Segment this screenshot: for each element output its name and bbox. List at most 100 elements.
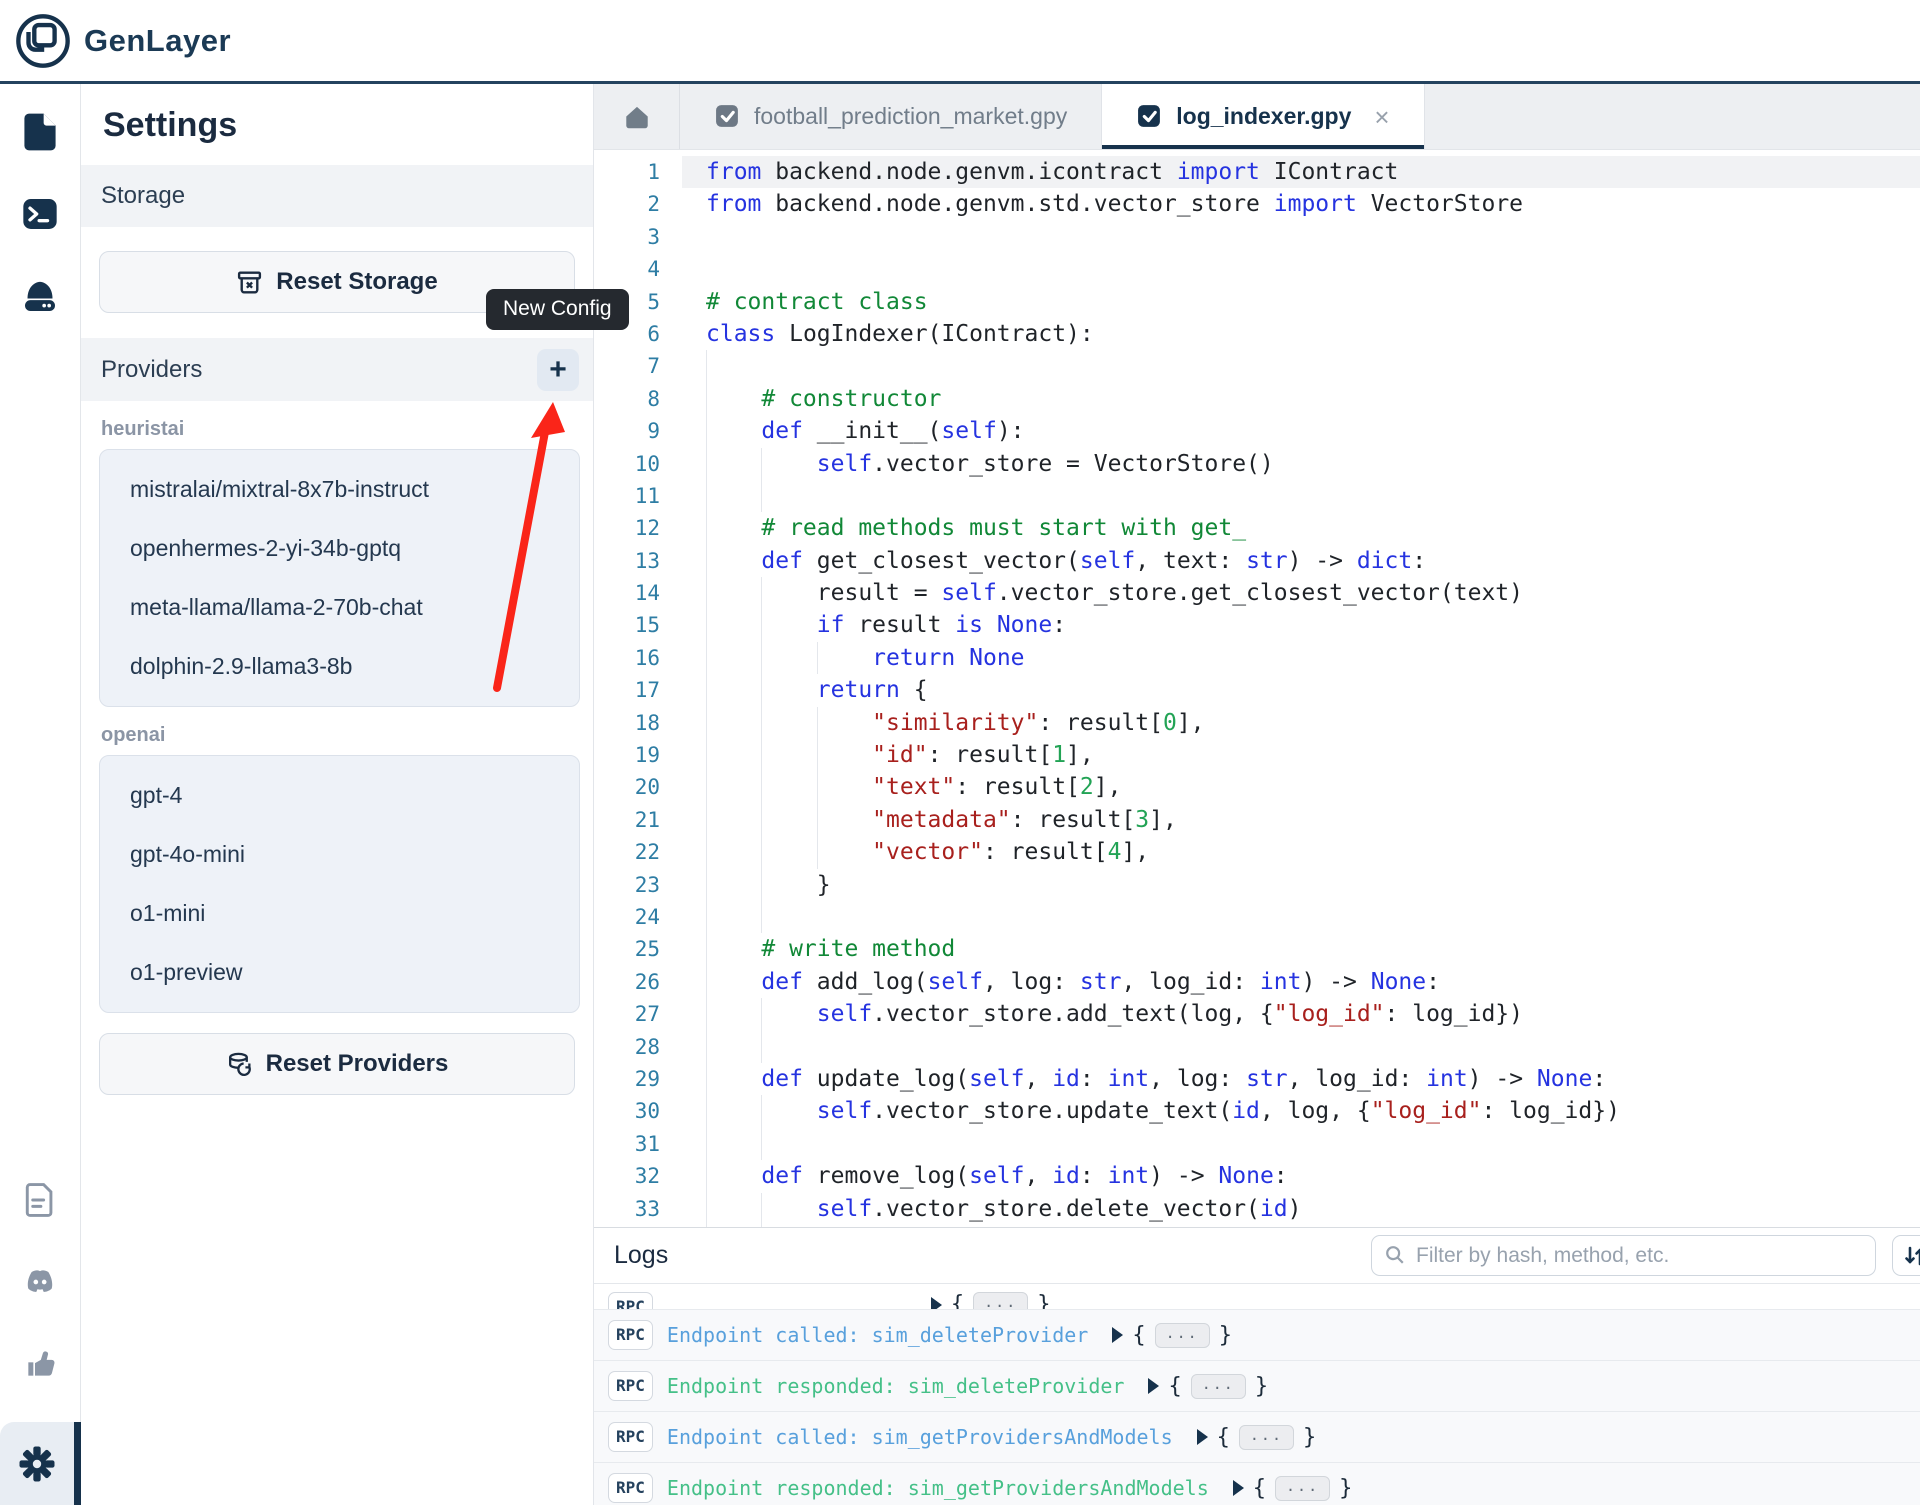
home-tab[interactable] [594,84,680,149]
files-icon[interactable] [16,108,64,156]
search-icon [1384,1244,1406,1266]
log-payload: { ... } [1112,1323,1232,1348]
database-reset-icon [226,1051,253,1078]
ellipsis-pill[interactable]: ... [1239,1425,1294,1450]
indent-guide [706,350,707,382]
open-brace: { [1132,1323,1145,1348]
indent-guide [706,448,707,480]
provider-model-item[interactable]: dolphin-2.9-llama3-8b [100,637,579,696]
code-line-content: self.vector_store.delete_vector(id) [682,1193,1920,1225]
ellipsis-pill[interactable]: ... [973,1292,1028,1310]
indent-guide [706,674,707,706]
code-line-content: self.vector_store = VectorStore() [682,448,1920,480]
log-row[interactable]: RPC Endpoint called: sim_getProvidersAnd… [594,1412,1920,1463]
line-number: 23 [594,869,682,901]
indent-guide [817,642,818,674]
indent-guide [706,804,707,836]
indent-guide [761,739,762,771]
icon-rail [0,84,81,1505]
code-line: 3 [594,221,1920,253]
provider-model-item[interactable]: o1-mini [100,884,579,943]
provider-model-item[interactable]: gpt-4o-mini [100,825,579,884]
log-row[interactable]: RPC Endpoint called: sim_deleteProvider … [594,1310,1920,1361]
thumbs-up-icon[interactable] [16,1340,64,1388]
provider-group-label: heuristai [101,418,579,441]
code-line-content: # constructor [682,383,1920,415]
line-number: 10 [594,448,682,480]
expand-triangle-icon[interactable] [1233,1480,1244,1496]
indent-guide [706,998,707,1030]
code-line: 34 [594,1225,1920,1227]
new-config-plus-button[interactable]: + [537,349,579,391]
expand-triangle-icon[interactable] [1197,1429,1208,1445]
indent-guide [761,577,762,609]
provider-model-item[interactable]: o1-preview [100,943,579,1002]
code-line-content: "text": result[2], [682,771,1920,803]
tab-log-indexer[interactable]: log_indexer.gpy × [1102,84,1424,149]
reset-storage-label: Reset Storage [276,268,437,296]
ellipsis-pill[interactable]: ... [1191,1374,1246,1399]
code-line-content: # contract class [682,286,1920,318]
line-number: 9 [594,415,682,447]
expand-triangle-icon[interactable] [1148,1378,1159,1394]
line-number: 3 [594,221,682,253]
code-line-content [682,350,1920,382]
indent-guide [706,577,707,609]
ellipsis-pill[interactable]: ... [1275,1476,1330,1501]
log-row[interactable]: RPC Endpoint responded: sim_getProviders… [594,1463,1920,1505]
providers-label: Providers [101,356,202,384]
code-line-content: self.vector_store.update_text(id, log, {… [682,1095,1920,1127]
code-line: 14 result = self.vector_store.get_closes… [594,577,1920,609]
provider-model-item[interactable]: openhermes-2-yi-34b-gptq [100,519,579,578]
log-payload: { ... } [1233,1476,1353,1501]
code-line: 7 [594,350,1920,382]
code-line-content [682,1225,1920,1227]
code-line: 10 self.vector_store = VectorStore() [594,448,1920,480]
sort-logs-button[interactable] [1892,1235,1920,1276]
log-message: Endpoint called: sim_getProvidersAndMode… [667,1425,1173,1449]
log-filter-input[interactable] [1371,1235,1876,1276]
indent-guide [706,707,707,739]
provider-model-item[interactable]: mistralai/mixtral-8x7b-instruct [100,460,579,519]
indent-guide [706,609,707,641]
code-line-content: return { [682,674,1920,706]
document-icon[interactable] [16,1176,64,1224]
log-payload: { ... } [931,1292,1051,1310]
rpc-badge: RPC [608,1320,653,1350]
settings-gear-active[interactable] [0,1422,81,1505]
terminal-icon[interactable] [16,190,64,238]
code-line: 22 "vector": result[4], [594,836,1920,868]
ellipsis-pill[interactable]: ... [1155,1323,1210,1348]
indent-guide [761,804,762,836]
line-number: 19 [594,739,682,771]
provider-group-label: openai [101,724,579,747]
discord-icon[interactable] [16,1258,64,1306]
storage-drive-icon[interactable] [16,272,64,320]
code-line-content: "id": result[1], [682,739,1920,771]
line-number: 13 [594,545,682,577]
tab-football-prediction-market[interactable]: football_prediction_market.gpy [680,84,1102,149]
indent-guide [706,739,707,771]
expand-triangle-icon[interactable] [931,1297,942,1311]
close-tab-icon[interactable]: × [1374,107,1389,127]
code-line: 24 [594,901,1920,933]
expand-triangle-icon[interactable] [1112,1327,1123,1343]
reset-providers-button[interactable]: Reset Providers [99,1033,575,1095]
line-number: 28 [594,1031,682,1063]
app-title: GenLayer [84,23,231,59]
indent-guide [706,933,707,965]
close-brace: } [1303,1425,1316,1450]
code-line: 20 "text": result[2], [594,771,1920,803]
log-row[interactable]: RPC Endpoint responded: sim_deleteProvid… [594,1361,1920,1412]
line-number: 31 [594,1128,682,1160]
indent-guide [761,1095,762,1127]
code-line: 4 [594,253,1920,285]
provider-groups: heuristai mistralai/mixtral-8x7b-instruc… [81,418,593,1013]
code-line: 5 # contract class [594,286,1920,318]
provider-model-item[interactable]: meta-llama/llama-2-70b-chat [100,578,579,637]
tab-label: log_indexer.gpy [1176,103,1351,130]
code-editor[interactable]: 1 from backend.node.genvm.icontract impo… [594,150,1920,1227]
provider-model-item[interactable]: gpt-4 [100,766,579,825]
provider-card: gpt-4gpt-4o-minio1-minio1-preview [99,755,580,1013]
log-row[interactable]: RPC { ... } [594,1284,1920,1310]
